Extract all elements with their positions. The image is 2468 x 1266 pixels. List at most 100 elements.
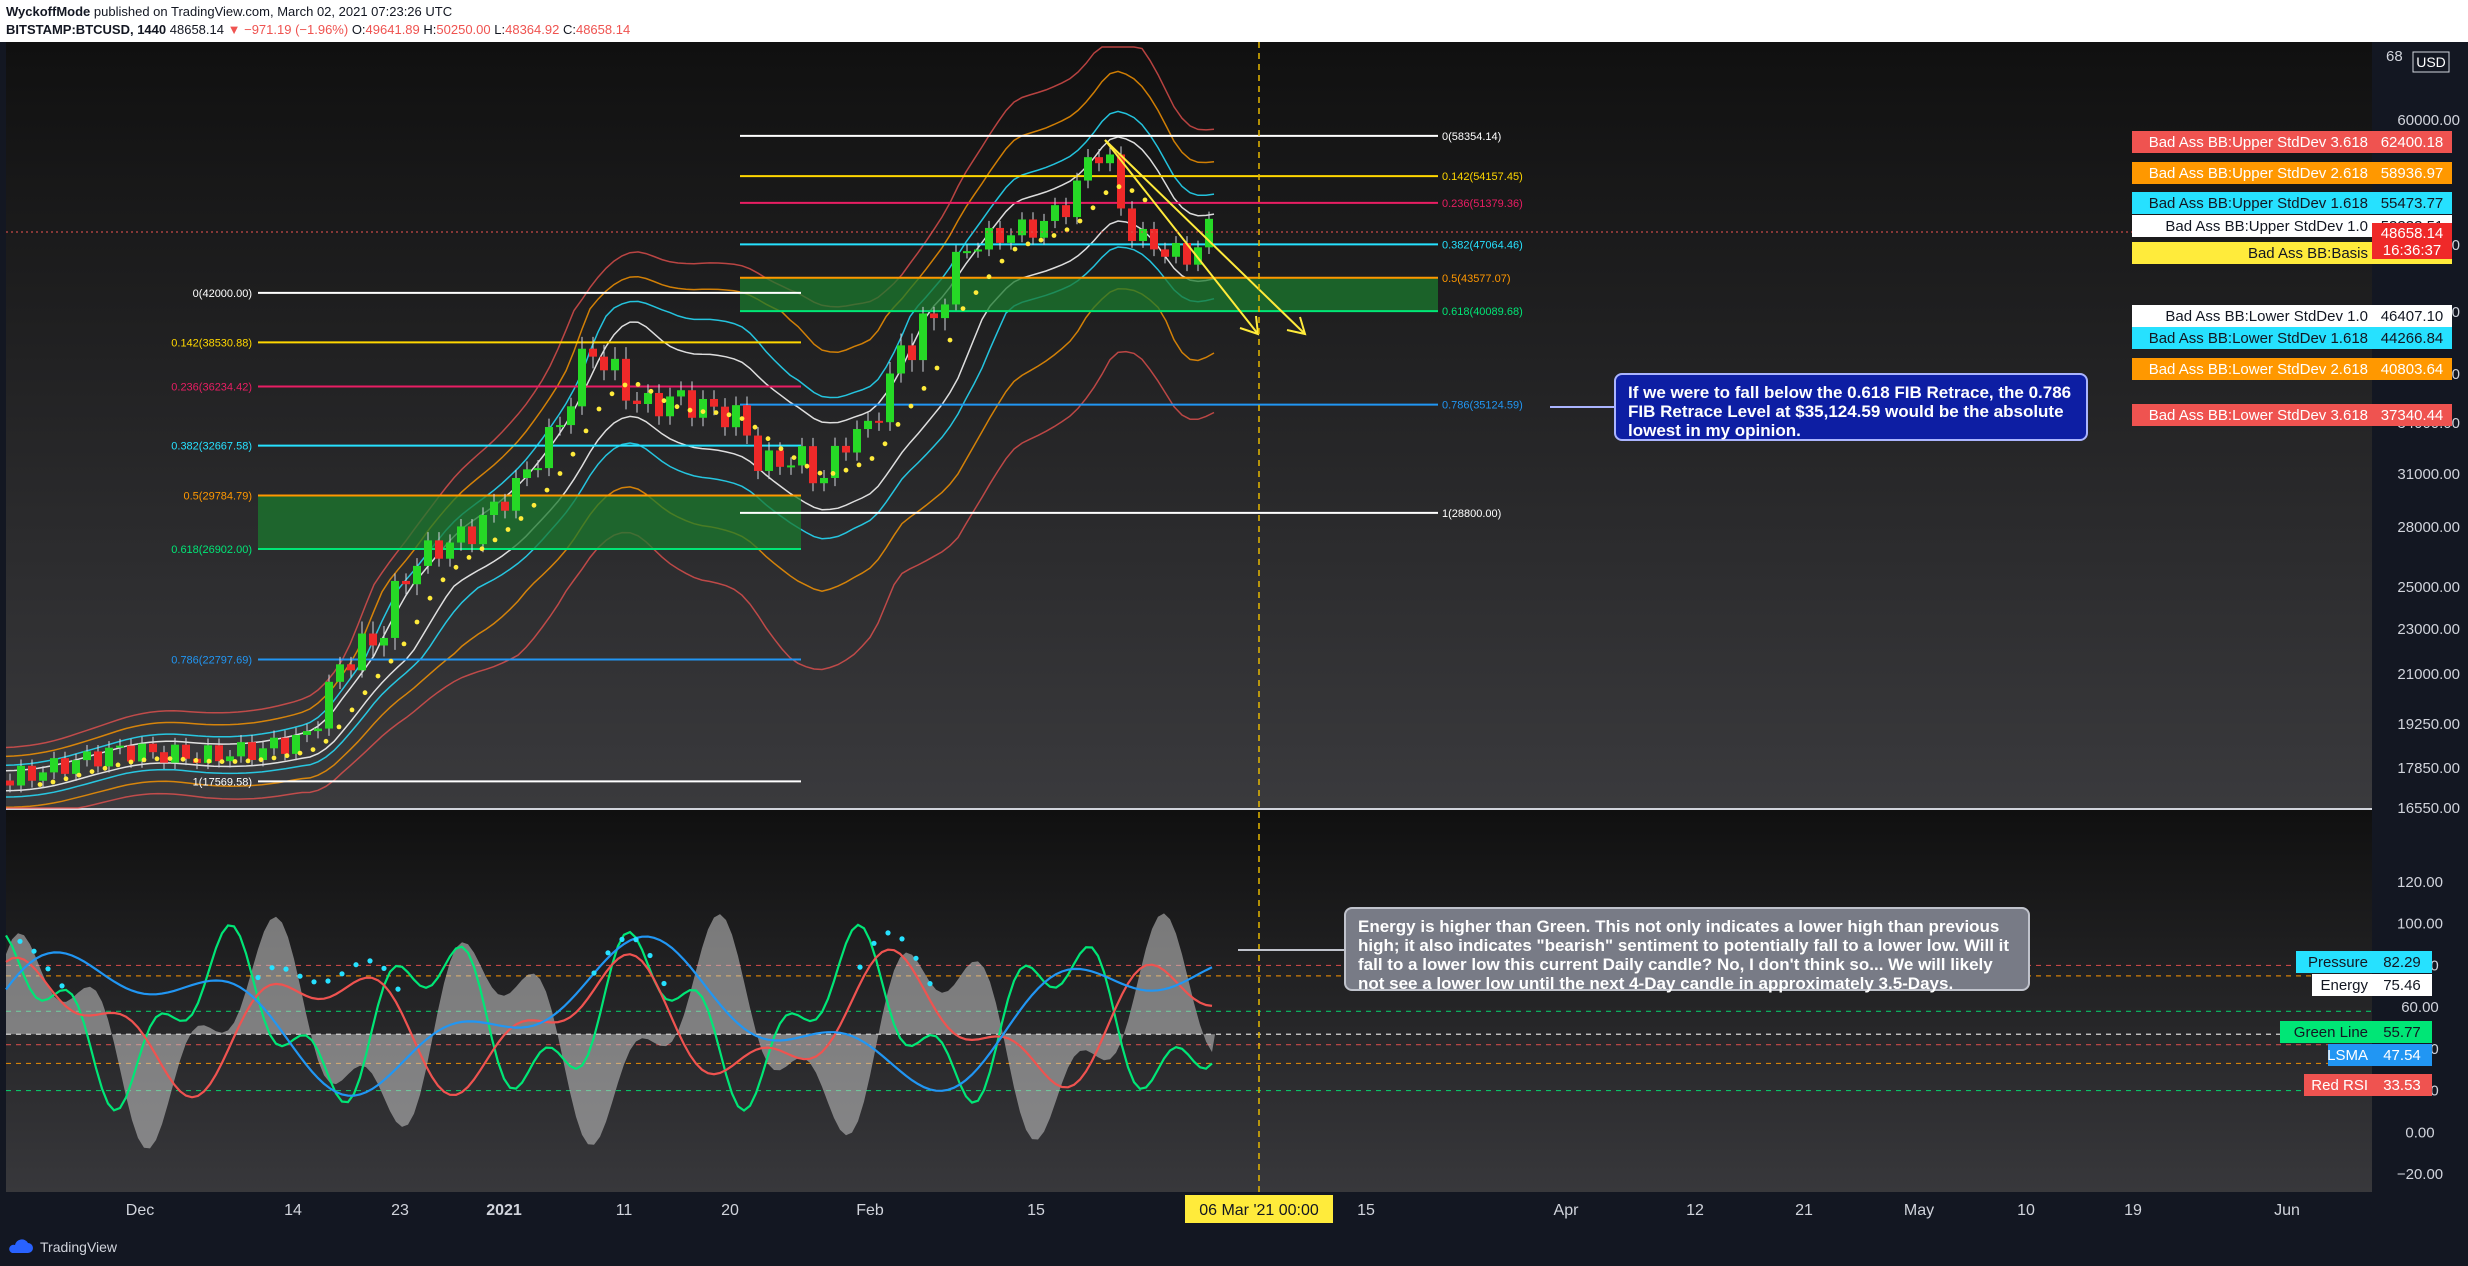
bb-legend-value: 55473.77 [2381,195,2444,212]
osc-legend-name: Energy [2320,977,2368,994]
candle-body [61,758,69,774]
bb-legend-value: 44266.84 [2381,330,2444,347]
pressure-dot [297,973,303,979]
pressure-dot [339,971,345,977]
high-label: H: [423,22,437,37]
time-tick-label: 10 [2017,1202,2035,1219]
author-name[interactable]: WyckoffMode [6,4,90,19]
fib-right-label: 0(58354.14) [1442,131,1501,143]
basis-dot [739,416,745,421]
candle-body [28,765,36,781]
basis-dot [1116,184,1122,190]
chart-canvas[interactable]: 0(42000.00) 0.142(38530.88) 0.236(36234.42… [0,42,2468,1232]
candle-body [325,681,333,729]
basis-dot [557,471,563,476]
candle-body [611,358,619,371]
candle-body [391,580,399,638]
fib-left-label: 0.382(32667.58) [171,441,252,453]
basis-dot [284,753,290,759]
basis-dot [245,758,251,764]
pressure-dot [45,966,51,972]
time-tick-label: 15 [1027,1202,1045,1219]
candle-body [1051,205,1059,221]
low-label: L: [494,22,506,37]
fib-right-label: 0.786(35124.59) [1442,400,1523,412]
osc-tick-label: 0.00 [2405,1124,2434,1141]
candle-body [699,398,707,418]
candle-body [1029,219,1037,238]
basis-dot [349,707,355,713]
fib-right-label: 0.618(40089.68) [1442,306,1523,318]
basis-dot [687,407,693,413]
basis-dot [934,365,940,371]
time-tick-label: 11 [616,1202,633,1219]
basis-dot [206,758,212,764]
osc-tick-label: 60.00 [2401,999,2439,1016]
candle-body [941,304,949,319]
candle-body [1007,235,1015,243]
basis-dot [50,779,56,785]
basis-dot [492,537,498,543]
date-cursor-label: 06 Mar '21 00:00 [1199,1202,1319,1219]
basis-dot [596,406,602,412]
pressure-dot [367,958,373,964]
candle-body [633,400,641,405]
bb-legend-value: 58936.97 [2381,165,2444,182]
pressure-dot [927,981,933,987]
pressure-dot [871,940,877,946]
candle-body [853,429,861,453]
pressure-dot [885,930,891,936]
open-value: 49641.89 [365,22,420,37]
bb-legend-value: 40803.64 [2381,361,2444,378]
basis-dot [167,756,173,761]
candle-body [578,348,586,407]
candle-body [1095,157,1103,164]
basis-dot [63,776,69,782]
symbol-name: BITSTAMP:BTCUSD, 1440 [6,22,167,37]
basis-dot [973,290,979,295]
osc-legend-name: LSMA [2327,1047,2368,1064]
osc-legend-value: 82.29 [2383,954,2421,971]
time-tick-label: Dec [126,1202,154,1219]
close-label: C: [562,22,576,37]
price-tick-label: 60000.00 [2397,112,2460,129]
pressure-dot [619,936,625,943]
annotation-fib-note[interactable]: If we were to fall below the 0.618 FIB R… [1614,373,2088,441]
osc-legend-value: 75.46 [2383,977,2421,994]
time-tick-label: 21 [1795,1202,1813,1219]
high-value: 50250.00 [436,22,491,37]
price-tick-label: 68 [2386,48,2403,65]
basis-dot [232,759,238,764]
fib-left-label: 0.236(36234.42) [171,382,252,394]
basis-dot [414,619,420,625]
basis-dot [583,428,589,434]
basis-dot [102,765,108,771]
osc-legend-name: Green Line [2294,1024,2368,1041]
basis-dot [479,546,485,552]
candle-body [402,580,410,585]
candle-body [820,477,828,484]
basis-dot [531,502,537,508]
basis-dot [752,424,758,430]
candle-body [72,760,80,774]
fib-left-label: 0(42000.00) [193,288,252,300]
pressure-dot [325,978,331,984]
basis-dot [297,750,303,756]
fib-right-label: 0.142(54157.45) [1442,171,1523,183]
candle-body [149,743,157,753]
basis-dot [1012,246,1018,252]
candle-body [127,745,135,762]
candle-body [424,540,432,566]
osc-tick-label: 120.00 [2397,874,2443,891]
candle-body [864,420,872,430]
osc-tick-label: 100.00 [2397,916,2443,933]
basis-dot [765,436,771,442]
candle-body [677,390,685,397]
tradingview-logo[interactable]: TradingView [6,1239,117,1255]
candle-body [556,425,564,428]
annotation-energy-note[interactable]: Energy is higher than Green. This not on… [1344,907,2030,993]
bb-legend-name: Bad Ass BB:Lower StdDev 2.618 [2149,361,2368,378]
candle-body [534,468,542,471]
basis-dot [999,258,1005,264]
candle-body [710,398,718,407]
